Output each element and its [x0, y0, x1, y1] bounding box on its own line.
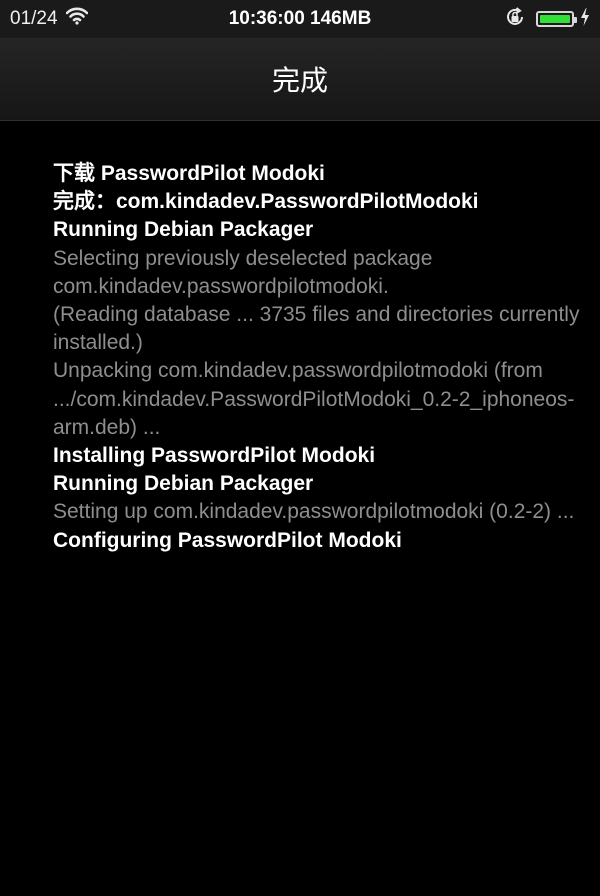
log-line: Installing PasswordPilot Modoki	[53, 444, 376, 468]
page-title: 完成	[271, 65, 328, 96]
battery-tip	[574, 17, 577, 23]
wifi-icon	[65, 7, 88, 31]
log-line: Running Debian Packager	[53, 472, 314, 496]
status-date: 01/24	[10, 8, 58, 29]
install-log: 下载 PasswordPilot Modoki 完成：com.kindadev.P…	[53, 160, 583, 555]
status-left: 01/24	[10, 0, 88, 38]
status-bar: 01/24 10:36:00 146MB	[0, 0, 600, 38]
battery-icon	[536, 11, 577, 27]
status-right	[504, 0, 590, 38]
log-line: (Reading database ... 3735 files and dir…	[53, 303, 586, 355]
log-line: Selecting previously deselected package …	[53, 246, 439, 298]
log-line: Unpacking com.kindadev.passwordpilotmodo…	[53, 359, 575, 439]
log-line: 完成：com.kindadev.PasswordPilotModoki	[53, 190, 479, 214]
navigation-bar: 完成	[0, 38, 600, 121]
battery-fill	[540, 15, 570, 23]
log-line: 下载 PasswordPilot Modoki	[53, 162, 325, 185]
rotation-lock-icon	[504, 6, 526, 33]
charging-bolt-icon	[580, 7, 590, 31]
log-line: Running Debian Packager	[53, 218, 314, 242]
log-line: Configuring PasswordPilot Modoki	[53, 528, 402, 552]
log-line: Setting up com.kindadev.passwordpilotmod…	[53, 500, 575, 524]
